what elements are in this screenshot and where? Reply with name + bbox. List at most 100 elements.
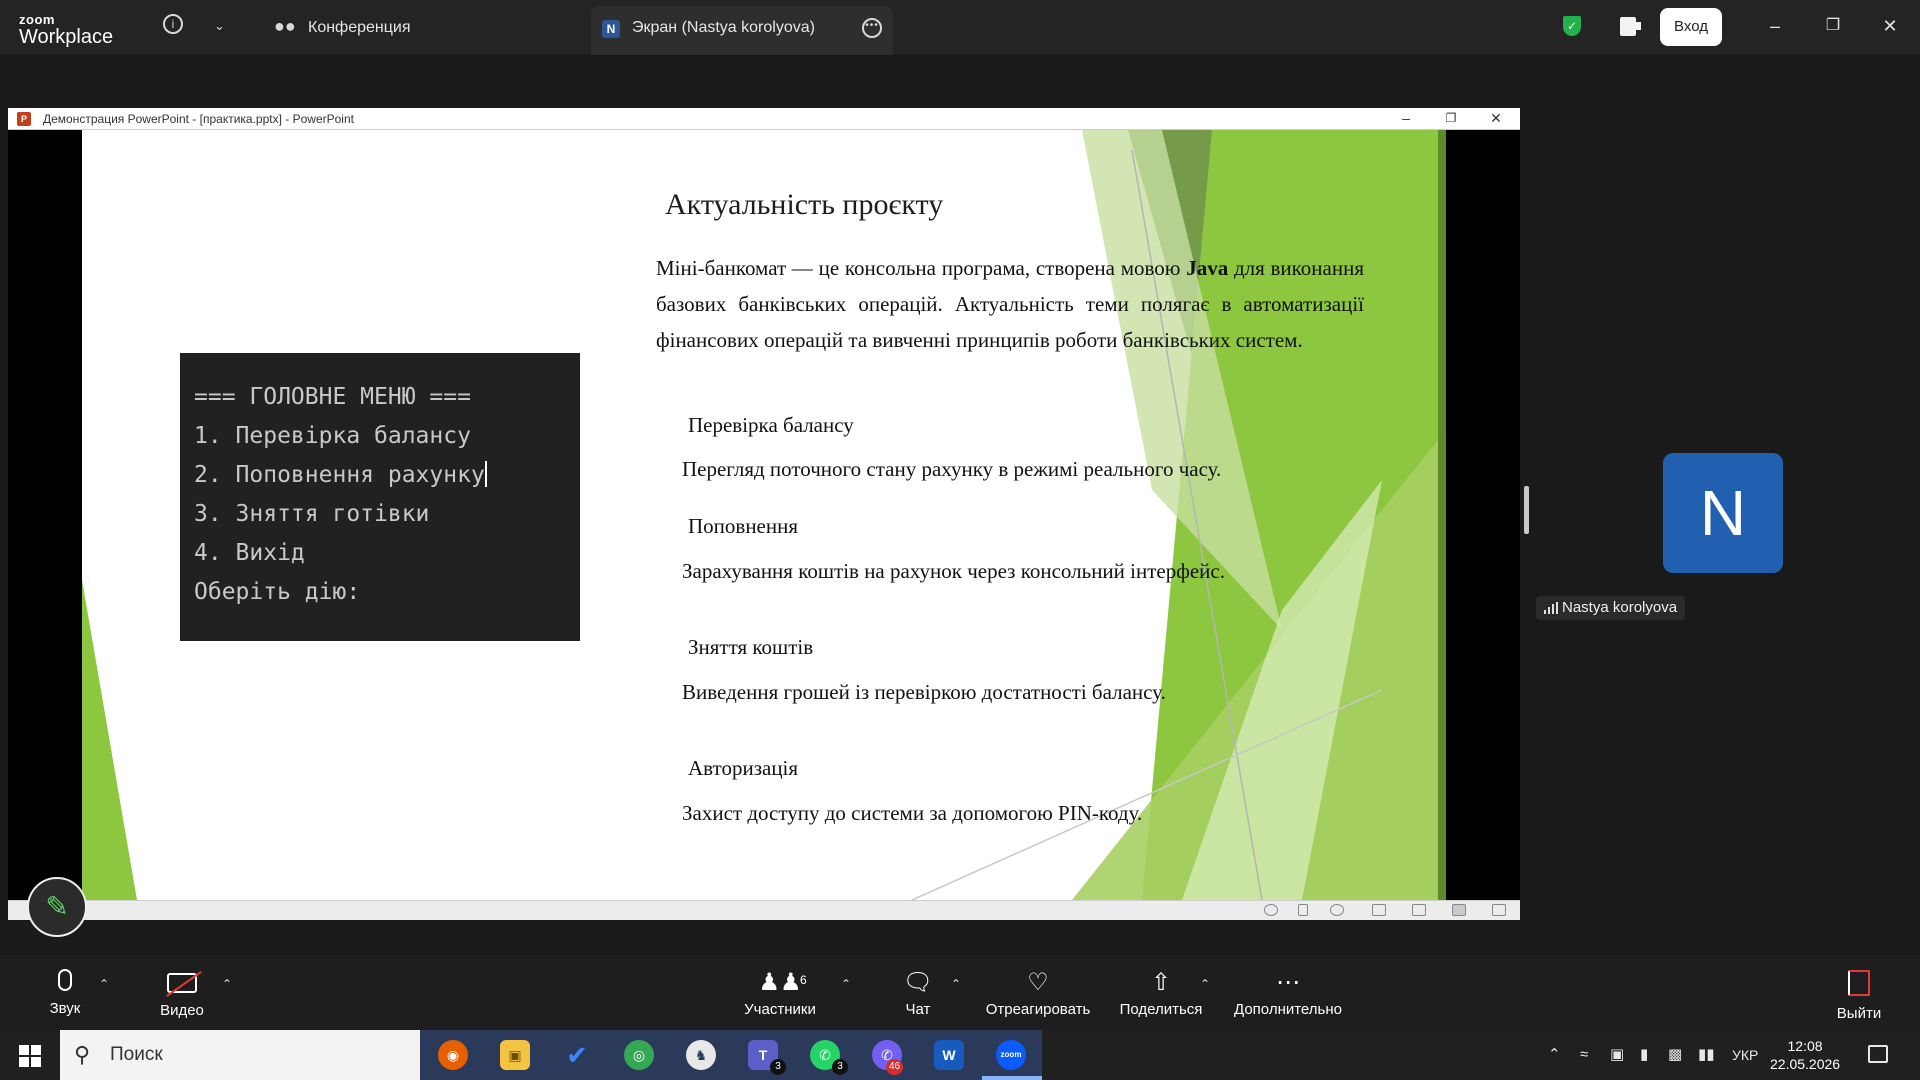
view-options-icon[interactable] — [1620, 17, 1641, 36]
share-label: Поделиться — [1119, 1001, 1203, 1018]
chevron-down-icon[interactable]: ⌄ — [214, 17, 225, 35]
feature-desc-auth: Захист доступу до системи за допомогою P… — [682, 801, 1143, 825]
signal-strength-icon — [1544, 602, 1558, 614]
zoom-logo: zoom Workplace — [19, 13, 113, 48]
powerpoint-window: P Демонстрация PowerPoint - [практика.pp… — [8, 108, 1520, 920]
tray-overflow-chevron-icon[interactable]: ⌃ — [1548, 1045, 1561, 1065]
share-button[interactable]: ⇧ Поделиться — [1118, 955, 1204, 1030]
todo-icon[interactable]: ✔ — [562, 1040, 592, 1070]
share-options-chevron-icon[interactable]: ⌃ — [1200, 977, 1210, 991]
minimize-icon[interactable]: – — [1764, 16, 1786, 36]
slide-title: Актуальність проєкту — [665, 188, 944, 221]
feature-heading-auth: Авторизація — [688, 756, 799, 780]
ppt-restore-icon[interactable]: ❐ — [1442, 110, 1460, 126]
camera-icon[interactable]: ▣ — [1610, 1045, 1624, 1065]
tab-conference[interactable]: Конференция — [308, 19, 411, 37]
participants-icon: ♟♟ — [758, 969, 802, 996]
powerpoint-window-title: Демонстрация PowerPoint - [практика.pptx… — [43, 112, 354, 126]
deco-shape-left — [82, 580, 137, 900]
notifications-icon[interactable] — [1868, 1045, 1888, 1063]
viber-badge: 46 — [886, 1059, 904, 1075]
leave-icon — [1848, 970, 1870, 996]
chrome-icon[interactable]: ◎ — [624, 1040, 654, 1070]
network-icon[interactable]: ≈ — [1580, 1045, 1588, 1065]
close-icon[interactable]: ✕ — [1879, 16, 1901, 36]
leave-button[interactable]: Выйти — [1834, 955, 1884, 1030]
login-button[interactable]: Вход — [1660, 8, 1722, 46]
language-indicator[interactable]: УКР — [1732, 1045, 1758, 1065]
heart-icon: ♡ — [1027, 969, 1049, 996]
share-screen-icon: ⇧ — [1150, 969, 1172, 996]
text-caret — [484, 461, 487, 487]
console-line: Оберіть дію: — [194, 579, 361, 605]
normal-view-icon[interactable] — [1372, 904, 1386, 916]
search-placeholder: Поиск — [110, 1044, 163, 1065]
people-icon: ●● — [274, 16, 296, 36]
audio-options-chevron-icon[interactable]: ⌃ — [99, 977, 109, 991]
react-button[interactable]: ♡ Отреагировать — [982, 955, 1094, 1030]
more-icon: ⋯ — [1276, 969, 1300, 996]
console-line: 4. Вихід — [194, 540, 305, 566]
slideshow-view-icon[interactable] — [1492, 904, 1506, 916]
teams-badge: 3 — [770, 1059, 786, 1075]
chat-options-chevron-icon[interactable]: ⌃ — [951, 977, 961, 991]
ppt-close-icon[interactable]: ✕ — [1487, 110, 1505, 126]
powerpoint-title-bar: P Демонстрация PowerPoint - [практика.pp… — [8, 108, 1520, 130]
battery-icon[interactable]: ▮▮ — [1698, 1045, 1715, 1065]
display-icon[interactable]: ▩ — [1668, 1045, 1682, 1065]
console-line: 2. Поповнення рахунку — [194, 461, 487, 488]
clock[interactable]: 12:08 22.05.2026 — [1770, 1037, 1840, 1073]
feature-desc-withdraw: Виведення грошей із перевіркою достатнос… — [682, 680, 1166, 704]
zoom-active-indicator — [982, 1076, 1042, 1080]
zoom-top-bar: zoom Workplace i ⌄ ●● Конференция N Экра… — [0, 0, 1920, 55]
chat-label: Чат — [905, 1001, 931, 1018]
panel-resize-handle[interactable] — [1524, 486, 1529, 534]
java-keyword: Java — [1186, 256, 1229, 280]
word-icon[interactable]: W — [934, 1040, 964, 1070]
restore-icon[interactable]: ❐ — [1822, 16, 1844, 36]
file-explorer-icon[interactable]: ▣ — [500, 1040, 530, 1070]
security-shield-icon[interactable]: ✓ — [1563, 16, 1581, 36]
leave-label: Выйти — [1836, 1005, 1882, 1022]
participants-button[interactable]: ♟♟ Участники — [738, 955, 822, 1030]
video-button[interactable]: Видео — [152, 955, 212, 1030]
zoom-app-icon[interactable]: zoom — [996, 1040, 1026, 1070]
participant-avatar[interactable]: N — [1663, 453, 1783, 573]
firefox-icon[interactable]: ◉ — [438, 1040, 468, 1070]
whatsapp-badge: 3 — [832, 1059, 848, 1075]
search-icon: ⚲ — [74, 1042, 91, 1067]
chat-button[interactable]: 🗨 Чат — [898, 955, 938, 1030]
participants-count: 6 — [800, 973, 807, 987]
zoom-logo-top: zoom — [19, 12, 55, 27]
previous-slide-icon[interactable] — [1264, 904, 1278, 916]
reading-view-icon[interactable] — [1452, 904, 1466, 916]
more-button[interactable]: ⋯ Дополнительно — [1230, 955, 1346, 1030]
chess-app-icon[interactable]: ♞ — [686, 1040, 716, 1070]
feature-heading-withdraw: Зняття коштів — [688, 635, 814, 659]
microphone-tray-icon[interactable]: ▮ — [1640, 1045, 1648, 1065]
meeting-controls: Звук ⌃ Видео ⌃ ♟♟ Участники 6 ⌃ 🗨 Чат ⌃ … — [0, 955, 1920, 1030]
ppt-minimize-icon[interactable]: – — [1397, 110, 1415, 126]
console-line: 3. Зняття готівки — [194, 501, 430, 527]
slide-sorter-icon[interactable] — [1412, 904, 1426, 916]
annotate-pen-icon[interactable]: ✎ — [27, 877, 87, 937]
chat-icon: 🗨 — [902, 969, 934, 996]
windows-start-icon[interactable] — [19, 1045, 41, 1067]
clock-date: 22.05.2026 — [1770, 1056, 1841, 1072]
next-slide-icon[interactable] — [1330, 904, 1344, 916]
audio-label: Звук — [49, 1000, 81, 1017]
audio-button[interactable]: Звук — [40, 955, 90, 1030]
participant-name-tag: Nastya korolyova — [1536, 596, 1686, 620]
participants-options-chevron-icon[interactable]: ⌃ — [841, 977, 851, 991]
slide-menu-icon[interactable] — [1298, 904, 1308, 916]
zoom-logo-bottom: Workplace — [19, 26, 114, 48]
console-screenshot: === ГОЛОВНЕ МЕНЮ === 1. Перевірка баланс… — [180, 353, 580, 641]
deco-edge — [1438, 130, 1446, 900]
video-options-chevron-icon[interactable]: ⌃ — [222, 977, 232, 991]
taskbar-search-input[interactable]: ⚲ Поиск — [60, 1030, 420, 1080]
info-icon[interactable]: i — [163, 14, 183, 34]
more-options-icon[interactable]: ••• — [862, 18, 882, 38]
react-label: Отреагировать — [985, 1001, 1091, 1018]
clock-time: 12:08 — [1787, 1038, 1823, 1054]
feature-desc-balance: Перегляд поточного стану рахунку в режим… — [682, 457, 1222, 481]
